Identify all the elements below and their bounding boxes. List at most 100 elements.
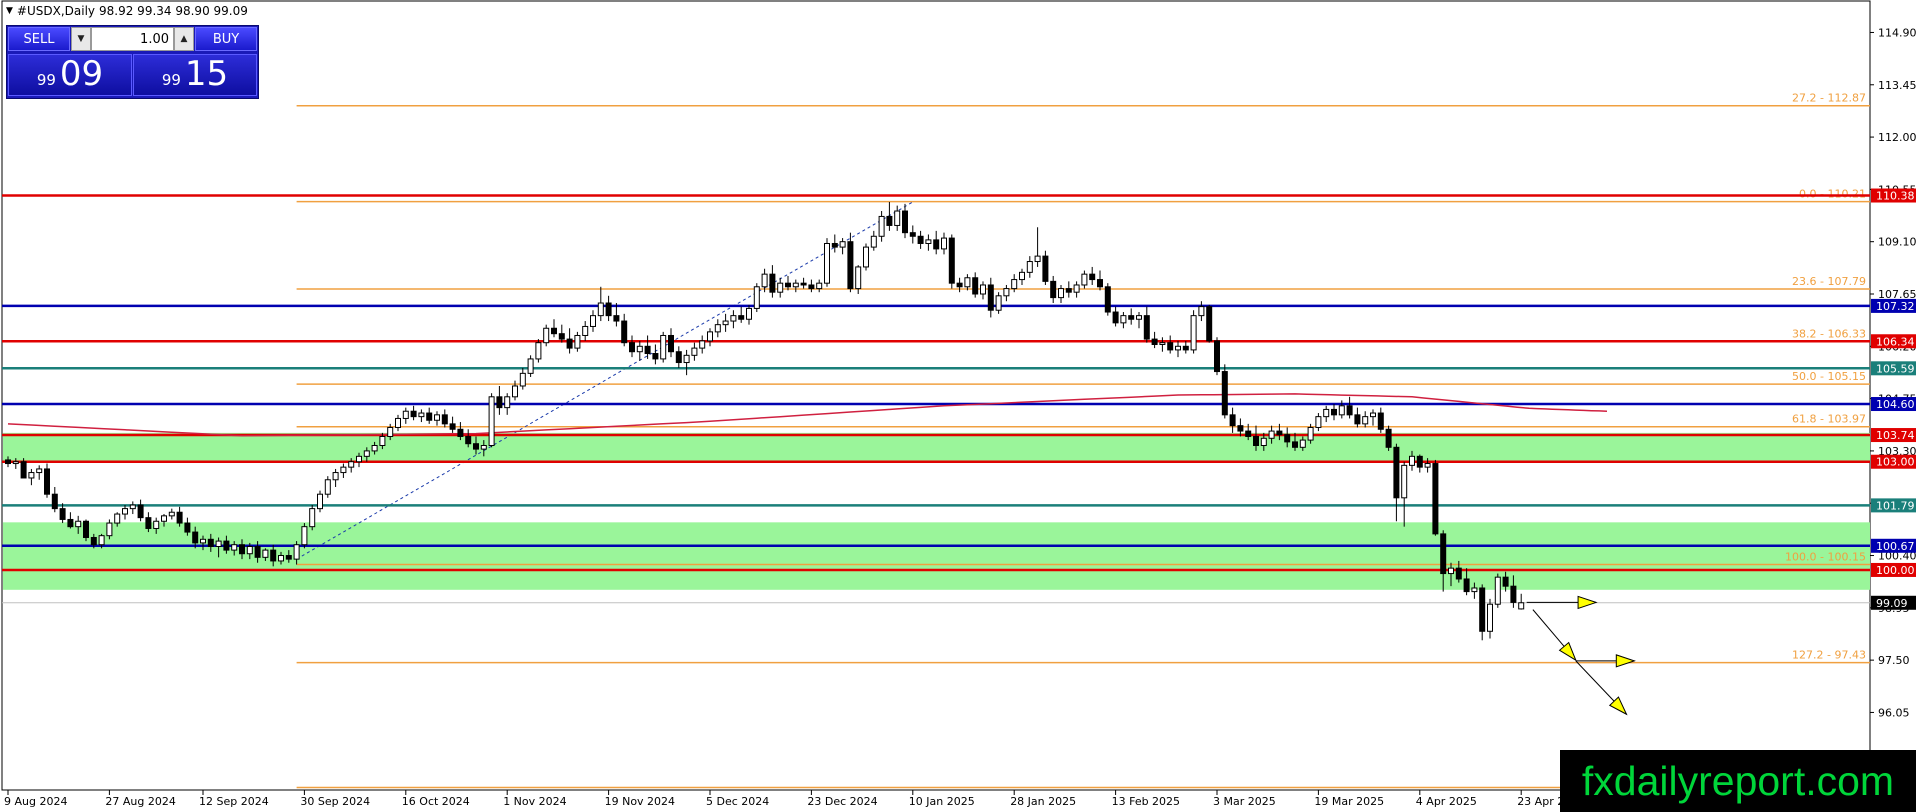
trade-panel-controls: SELL ▼ 1.00 ▲ BUY (7, 26, 258, 52)
level-tag-label: 101.79 (1876, 499, 1915, 512)
bid-price-button[interactable]: 99 09 (8, 54, 132, 96)
candle-bearish (1245, 430, 1252, 437)
fib-level-label: 0.0 - 110.21 (1799, 188, 1866, 201)
candle-bullish (777, 282, 784, 293)
candle-bearish (1463, 578, 1470, 593)
candle-bullish (1120, 315, 1127, 324)
candle-bullish (1299, 439, 1306, 448)
candle-bearish (192, 531, 199, 544)
candle-bullish (1338, 405, 1345, 416)
candle-bearish (917, 235, 924, 244)
sell-button[interactable]: SELL (8, 27, 70, 51)
time-tick-label: 10 Jan 2025 (909, 795, 975, 808)
candle-bearish (1276, 430, 1283, 436)
candle-bullish (379, 435, 386, 447)
candle-bearish (629, 342, 635, 353)
candle-bullish (1159, 342, 1166, 345)
candle-bearish (496, 396, 503, 409)
candle-bullish (246, 546, 253, 555)
lot-decrease-icon[interactable]: ▼ (71, 27, 91, 51)
candle-bullish (839, 241, 846, 248)
candle-bullish (1401, 464, 1408, 499)
candle-bearish (465, 435, 472, 445)
candle-bullish (153, 520, 160, 529)
candle-bearish (1065, 288, 1072, 293)
candle-bullish (792, 282, 799, 288)
moving-average-line (7, 393, 1608, 437)
candlestick-chart[interactable]: 27.2 - 112.87 0.0 - 110.21 23.6 - 107.79 38… (0, 0, 1916, 812)
candle-bullish (418, 412, 425, 418)
time-tick-label: 13 Feb 2025 (1112, 795, 1180, 808)
candle-bullish (106, 522, 113, 537)
candle-bearish (44, 468, 50, 495)
candle-bearish (67, 518, 74, 528)
candle-bearish (59, 508, 66, 520)
candle-bullish (1260, 437, 1267, 447)
level-tag-label: 107.32 (1876, 300, 1915, 313)
time-tick-label: 30 Sep 2024 (300, 795, 370, 808)
candle-bullish (683, 354, 690, 364)
candle-bullish (309, 508, 316, 528)
fib-level-label: 61.8 - 103.97 (1792, 413, 1866, 426)
candle-bullish (363, 450, 370, 457)
candle-bearish (254, 546, 261, 558)
price-tick-label: 112.00 (1878, 131, 1916, 144)
candle-bullish (1198, 306, 1205, 317)
candle-bullish (215, 540, 222, 548)
candle-bullish (356, 455, 362, 463)
candle-bearish (1416, 455, 1423, 468)
chart-window[interactable]: 27.2 - 112.87 0.0 - 110.21 23.6 - 107.79 38… (0, 0, 1916, 812)
candle-bullish (590, 315, 596, 327)
candle-bearish (145, 517, 152, 529)
ask-price-button[interactable]: 99 15 (133, 54, 257, 96)
price-tick-label: 114.90 (1878, 26, 1916, 39)
candle-bullish (75, 520, 82, 528)
plot-border (1, 0, 1871, 791)
candle-bullish (1409, 455, 1415, 466)
fib-level-label: 23.6 - 107.79 (1792, 275, 1866, 288)
candle-bullish (28, 472, 35, 479)
candle-bullish (1471, 587, 1478, 593)
forecast-arrow-head (1615, 654, 1636, 668)
candle-bullish (1268, 430, 1275, 439)
time-tick-label: 3 Mar 2025 (1213, 795, 1276, 808)
candle-bullish (964, 277, 971, 288)
candle-bullish (816, 282, 823, 290)
candle-bullish (402, 410, 409, 419)
candle-bullish (925, 239, 932, 244)
buy-button[interactable]: BUY (195, 27, 257, 51)
candle-bearish (1089, 273, 1096, 281)
candle-bearish (51, 493, 58, 510)
candle-bearish (621, 320, 628, 344)
time-tick-label: 9 Aug 2024 (4, 795, 67, 808)
candle-bullish (636, 345, 643, 353)
candle-bullish (855, 266, 862, 290)
candle-bullish (36, 468, 43, 474)
candle-bullish (597, 302, 604, 317)
candle-bullish (707, 331, 713, 342)
candle-bullish (324, 479, 331, 495)
candle-bearish (675, 351, 682, 364)
candle-bullish (434, 414, 440, 421)
candle-bearish (800, 282, 807, 286)
candle-bullish (262, 549, 269, 558)
bid-price-prefix: 99 (36, 71, 56, 89)
candle-bullish (114, 513, 121, 524)
lot-increase-icon[interactable]: ▲ (174, 27, 194, 51)
time-tick-label: 19 Nov 2024 (605, 795, 675, 808)
candle-bullish (200, 538, 206, 544)
candle-bearish (1229, 414, 1236, 427)
lot-size-input[interactable]: 1.00 (91, 27, 174, 51)
candle-bearish (1502, 576, 1509, 587)
candle-bearish (1253, 435, 1259, 447)
candle-bullish (1019, 271, 1025, 281)
level-tag-label: 106.34 (1876, 335, 1915, 348)
candle-bearish (956, 282, 963, 288)
candle-bullish (395, 417, 401, 428)
candle-bearish (1050, 280, 1057, 299)
triangle-down-icon[interactable]: ▼ (6, 6, 13, 16)
candle-bullish (12, 461, 19, 465)
candle-bearish (558, 333, 565, 340)
candle-bullish (714, 324, 721, 333)
current-price-label: 99.09 (1876, 597, 1908, 610)
